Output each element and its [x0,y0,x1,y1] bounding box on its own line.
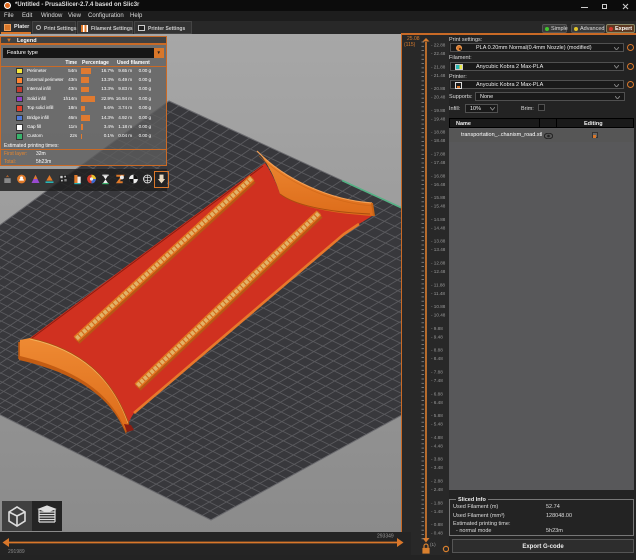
svg-text:- 6.88: - 6.88 [431,391,443,396]
svg-text:- 7.48: - 7.48 [431,378,443,383]
svg-text:- 1.88: - 1.88 [431,500,443,505]
svg-text:(1): (1) [430,542,436,547]
svg-text:- 2.88: - 2.88 [431,479,443,484]
svg-text:- 16.48: - 16.48 [431,182,446,187]
svg-text:- 7.88: - 7.88 [431,370,443,375]
svg-text:- 1.48: - 1.48 [431,509,443,514]
svg-text:- 20.88: - 20.88 [431,86,446,91]
svg-text:- 19.88: - 19.88 [431,108,446,113]
svg-text:- 17.48: - 17.48 [431,160,446,165]
svg-text:- 10.88: - 10.88 [431,304,446,309]
svg-text:(115): (115) [404,42,416,48]
svg-text:- 16.88: - 16.88 [431,173,446,178]
svg-text:- 13.88: - 13.88 [431,239,446,244]
svg-text:- 20.48: - 20.48 [431,95,446,100]
svg-text:- 14.88: - 14.88 [431,217,446,222]
svg-text:291989: 291989 [8,549,25,555]
svg-text:- 8.88: - 8.88 [431,348,443,353]
svg-text:- 19.48: - 19.48 [431,116,446,121]
svg-text:- 21.88: - 21.88 [431,64,446,69]
svg-text:- 8.48: - 8.48 [431,356,443,361]
svg-text:- 12.88: - 12.88 [431,261,446,266]
svg-text:- 6.48: - 6.48 [431,400,443,405]
svg-text:- 2.48: - 2.48 [431,487,443,492]
svg-text:- 18.88: - 18.88 [431,130,446,135]
svg-text:- 4.88: - 4.88 [431,435,443,440]
svg-text:- 22.88: - 22.88 [431,43,446,48]
svg-text:- 9.88: - 9.88 [431,326,443,331]
svg-text:- 17.88: - 17.88 [431,152,446,157]
svg-text:- 22.48: - 22.48 [431,51,446,56]
svg-text:- 21.48: - 21.48 [431,73,446,78]
svg-text:- 13.48: - 13.48 [431,247,446,252]
svg-text:- 3.48: - 3.48 [431,465,443,470]
svg-text:- 5.48: - 5.48 [431,422,443,427]
svg-text:- 18.48: - 18.48 [431,138,446,143]
svg-text:- 10.48: - 10.48 [431,313,446,318]
svg-text:- 4.48: - 4.48 [431,443,443,448]
svg-text:- 0.88: - 0.88 [431,522,443,527]
svg-text:- 5.88: - 5.88 [431,413,443,418]
svg-text:- 14.48: - 14.48 [431,225,446,230]
svg-text:- 15.88: - 15.88 [431,195,446,200]
svg-text:- 15.48: - 15.48 [431,204,446,209]
svg-text:293349: 293349 [377,534,394,540]
svg-text:- 9.48: - 9.48 [431,334,443,339]
svg-text:- 11.48: - 11.48 [431,291,445,296]
svg-text:- 11.88: - 11.88 [431,282,445,287]
svg-text:- 3.88: - 3.88 [431,457,443,462]
svg-text:- 12.48: - 12.48 [431,269,446,274]
svg-text:- 0.48: - 0.48 [431,531,443,536]
